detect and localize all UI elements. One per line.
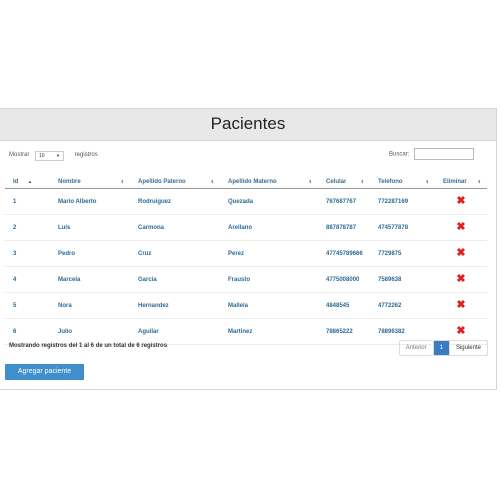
sort-icon: ⇕ [210,179,214,184]
table-row: 1 Mario Alberto Rodruiguez Quezada 76768… [5,188,487,215]
cell-eliminar: ✖ [435,266,487,293]
delete-x-icon[interactable]: ✖ [456,195,465,207]
column-header-telefono[interactable]: Telefono ⇕ [370,175,435,189]
search-box: Buscar: [389,148,474,160]
cell-apellido-paterno: Cruz [130,240,220,267]
length-menu: Mostrar 10 ▼ registros [9,150,98,161]
length-label-after: registros [74,152,98,158]
add-patient-button[interactable]: Agregar paciente [5,364,84,380]
column-header-eliminar[interactable]: Eliminar ⇕ [435,175,487,189]
cell-telefono: 4772262 [370,292,435,319]
cell-apellido-materno: Arellano [220,214,318,241]
cell-nombre: Luis [50,214,130,241]
cell-apellido-paterno: Garcia [130,266,220,293]
length-select[interactable]: 10 ▼ [35,151,65,161]
sort-icon: ⇕ [360,179,364,184]
pagination-page-1[interactable]: 1 [433,341,450,355]
cell-id: 6 [5,318,50,345]
delete-x-icon[interactable]: ✖ [456,273,465,285]
cell-nombre: Pedro [50,240,130,267]
table-row: 5 Nora Hernandez Mallela 4848545 4772262… [5,292,487,319]
patients-panel: Pacientes Mostrar 10 ▼ registros Buscar:… [0,108,497,390]
table-row: 4 Marcela Garcia Frausto 4775008000 7589… [5,266,487,293]
table-row: 2 Luis Carmona Arellano 887878787 474577… [5,214,487,241]
delete-x-icon[interactable]: ✖ [456,299,465,311]
cell-celular: 887878787 [318,214,370,241]
cell-telefono: 474577878 [370,214,435,241]
cell-apellido-materno: Quezada [220,188,318,215]
cell-celular: 4775008000 [318,266,370,293]
length-select-value: 10 [39,153,45,159]
cell-id: 5 [5,292,50,319]
chevron-down-icon: ▼ [56,153,61,158]
cell-apellido-materno: Mallela [220,292,318,319]
table-header-row: Id ▲ Nombre ⇕ Apellido Paterno ⇕ Apellido M… [5,175,487,189]
cell-celular: 78865222 [318,318,370,345]
cell-apellido-materno: Frausto [220,266,318,293]
table-info: Mostrando registros del 1 al 6 de un tot… [9,343,168,349]
pagination-next[interactable]: Siguiente [450,341,487,355]
search-label: Buscar: [388,151,410,158]
sort-icon: ⇕ [308,179,312,184]
column-header-celular[interactable]: Celular ⇕ [318,175,370,189]
cell-apellido-paterno: Carmona [130,214,220,241]
cell-eliminar: ✖ [435,214,487,241]
cell-eliminar: ✖ [435,188,487,215]
cell-celular: 47745789666 [318,240,370,267]
search-input[interactable] [414,148,474,160]
cell-nombre: Nora [50,292,130,319]
cell-apellido-paterno: Rodruiguez [130,188,220,215]
delete-x-icon[interactable]: ✖ [456,325,465,337]
cell-telefono: 7729875 [370,240,435,267]
cell-nombre: Marcela [50,266,130,293]
table-toolbar: Mostrar 10 ▼ registros Buscar: [9,148,474,163]
patients-table: Id ▲ Nombre ⇕ Apellido Paterno ⇕ Apellido M… [5,175,487,345]
cell-id: 2 [5,214,50,241]
column-header-apellido-materno[interactable]: Apellido Materno ⇕ [220,175,318,189]
panel-title: Pacientes [0,109,496,141]
delete-x-icon[interactable]: ✖ [456,247,465,259]
column-header-nombre[interactable]: Nombre ⇕ [50,175,130,189]
cell-eliminar: ✖ [435,240,487,267]
cell-apellido-materno: Martinez [220,318,318,345]
cell-nombre: Mario Alberto [50,188,130,215]
cell-celular: 4848545 [318,292,370,319]
cell-telefono: 772287169 [370,188,435,215]
sort-icon: ⇕ [477,179,481,184]
table-row: 3 Pedro Cruz Perez 47745789666 7729875 ✖ [5,240,487,267]
length-label-before: Mostrar [9,152,30,158]
cell-eliminar: ✖ [435,292,487,319]
sort-up-icon: ▲ [28,179,32,184]
cell-nombre: Julio [50,318,130,345]
column-header-id[interactable]: Id ▲ [5,175,50,189]
cell-apellido-paterno: Hernandez [130,292,220,319]
pagination-previous[interactable]: Anterior [400,341,434,355]
cell-celular: 767687767 [318,188,370,215]
cell-id: 3 [5,240,50,267]
cell-id: 1 [5,188,50,215]
column-header-apellido-paterno[interactable]: Apellido Paterno ⇕ [130,175,220,189]
cell-apellido-paterno: Aguilar [130,318,220,345]
sort-icon: ⇕ [425,179,429,184]
cell-telefono: 7589638 [370,266,435,293]
cell-id: 4 [5,266,50,293]
sort-icon: ⇕ [120,179,124,184]
cell-apellido-materno: Perez [220,240,318,267]
pagination: Anterior 1 Siguiente [398,340,488,356]
delete-x-icon[interactable]: ✖ [456,221,465,233]
